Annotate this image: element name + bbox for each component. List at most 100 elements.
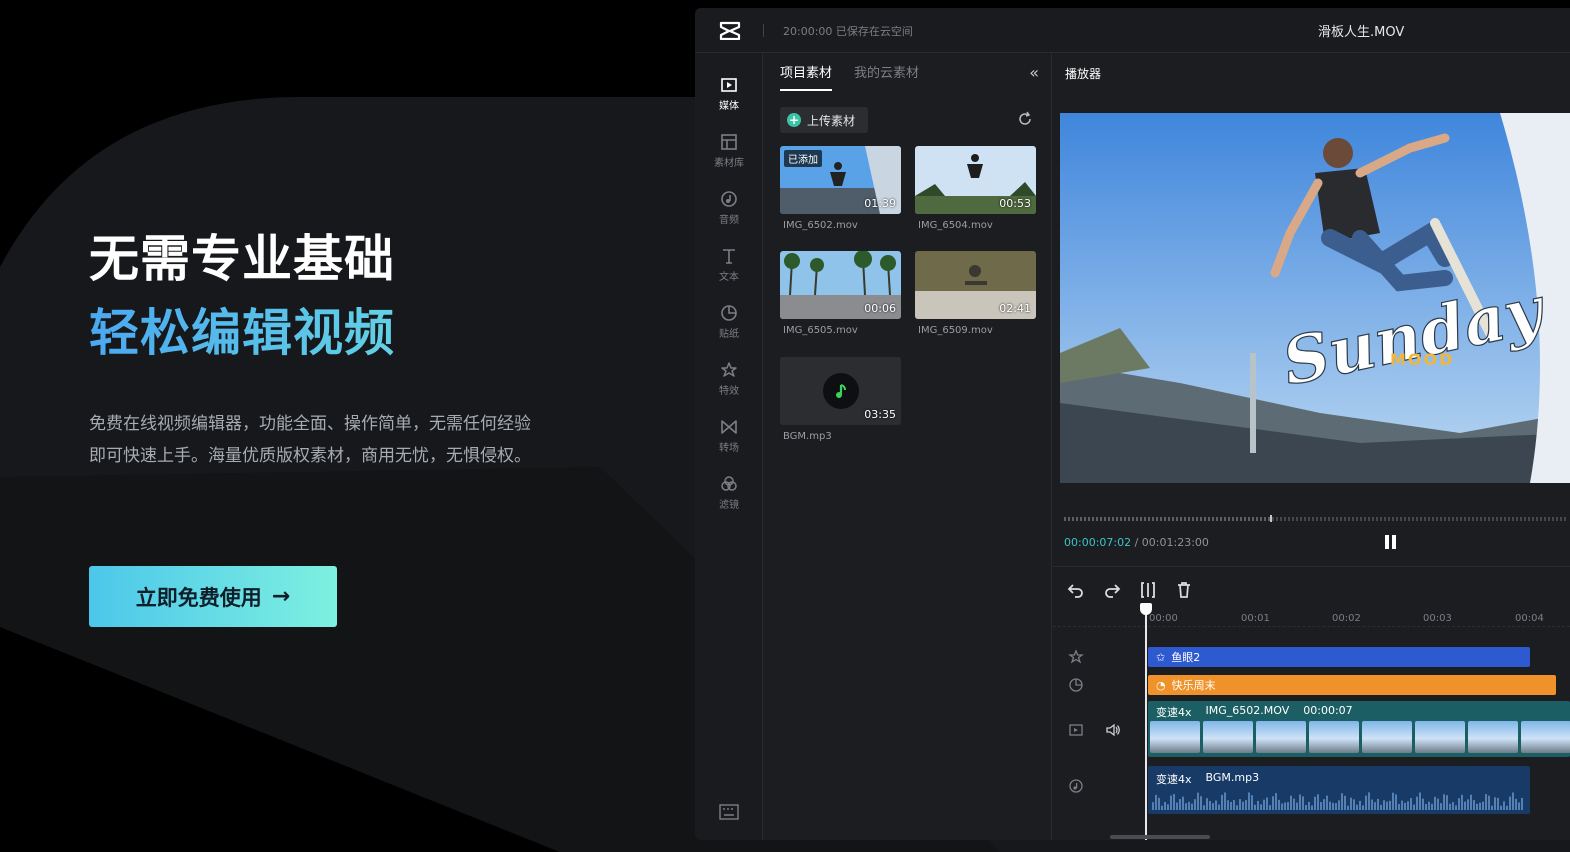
player-header: 播放器 [1053, 53, 1570, 109]
project-filename[interactable]: 滑板人生.MOV [1318, 21, 1404, 40]
sticker-clip-label: 快乐周末 [1171, 679, 1216, 692]
filmstrip-frame [1256, 721, 1306, 753]
media-duration: 01:39 [864, 197, 896, 210]
audio-clip[interactable]: 变速4x BGM.mp3 [1148, 766, 1530, 814]
landing-page: 无需专业基础 轻松编辑视频 免费在线视频编辑器，功能全面、操作简单，无需任何经验… [0, 0, 1570, 852]
media-thumbnail: 02:41 [915, 251, 1036, 319]
rail-label: 音频 [719, 215, 739, 226]
media-duration: 02:41 [999, 302, 1031, 315]
audio-clip-info: 变速4x BGM.mp3 [1156, 771, 1259, 787]
upload-label: 上传素材 [807, 113, 856, 128]
media-tile[interactable]: 00:06 IMG_6505.mov [780, 251, 901, 336]
effect-clip[interactable]: ✩ 鱼眼2 [1148, 647, 1530, 667]
redo-icon[interactable] [1103, 581, 1121, 599]
sticker-track-icon [1069, 678, 1083, 692]
keyboard-icon[interactable] [719, 804, 739, 820]
upload-button[interactable]: + 上传素材 [780, 107, 868, 133]
hero-description: 免费在线视频编辑器，功能全面、操作简单，无需任何经验即可快速上手。海量优质版权素… [89, 414, 531, 466]
undo-icon[interactable] [1067, 581, 1085, 599]
current-time: 00:00:07:02 [1064, 536, 1132, 549]
capcut-logo-icon [719, 21, 741, 40]
audio-waveform [1152, 792, 1523, 810]
video-clip-info: 变速4x IMG_6502.MOV 00:00:07 [1156, 704, 1353, 720]
media-name: IMG_6502.mov [783, 220, 858, 231]
split-icon[interactable] [1139, 581, 1157, 599]
ruler-label: 00:02 [1332, 613, 1361, 624]
timecode: 00:00:07:02 / 00:01:23:00 [1064, 536, 1209, 549]
divider [763, 24, 764, 37]
media-tile[interactable]: 00:53 IMG_6504.mov [915, 146, 1036, 231]
filmstrip-frame [1362, 721, 1412, 753]
hero-title-line2: 轻松编辑视频 [89, 296, 549, 370]
rail-item-effects[interactable]: 特效 [695, 352, 763, 404]
ruler-label: 00:03 [1423, 613, 1452, 624]
rail-item-media[interactable]: 媒体 [695, 67, 763, 119]
filmstrip-frame [1521, 721, 1570, 753]
rail-label: 文本 [719, 272, 739, 283]
media-tile[interactable]: 已添加 01:39 IMG_6502.mov [780, 146, 901, 231]
filmstrip-frame [1203, 721, 1253, 753]
transition-icon [721, 420, 737, 434]
top-bar: 20:00:00 已保存在云空间 滑板人生.MOV [695, 8, 1570, 53]
ruler-label: 00:00 [1149, 613, 1178, 624]
tab-cloud-media[interactable]: 我的云素材 [854, 65, 919, 91]
media-duration: 03:35 [864, 408, 896, 421]
volume-icon[interactable] [1105, 722, 1121, 738]
video-clip-name: IMG_6502.MOV [1205, 704, 1290, 717]
effect-clip-label: 鱼眼2 [1171, 651, 1201, 664]
video-preview[interactable]: Sunday MOOD [1060, 113, 1570, 483]
media-thumbnail: 已添加 01:39 [780, 146, 901, 214]
media-duration: 00:06 [864, 302, 896, 315]
effects-icon [721, 362, 737, 377]
delete-icon[interactable] [1175, 581, 1193, 599]
rail-item-filter[interactable]: 滤镜 [695, 466, 763, 518]
sticker-clip[interactable]: ◔ 快乐周末 [1148, 675, 1556, 695]
media-panel: 项目素材 我的云素材 « + 上传素材 已添加 01:39 IMG_6502.m… [764, 53, 1052, 840]
rail-item-audio[interactable]: 音频 [695, 181, 763, 233]
playhead[interactable] [1140, 603, 1152, 840]
rail-label: 素材库 [714, 158, 744, 169]
rail-item-library[interactable]: 素材库 [695, 124, 763, 176]
arrow-right-icon: → [271, 584, 291, 609]
save-status: 20:00:00 已保存在云空间 [783, 25, 913, 38]
pause-button[interactable] [1385, 535, 1397, 549]
timeline-scrollbar[interactable] [1110, 835, 1210, 839]
collapse-panel-icon[interactable]: « [1029, 63, 1039, 82]
tool-rail: 媒体 素材库 音频 文本 贴纸 特效 转场 滤镜 [695, 53, 763, 840]
added-badge: 已添加 [784, 150, 822, 167]
audio-icon [721, 191, 737, 207]
timeline-panel: 00:00 00:01 00:02 00:03 00:04 ✩ 鱼眼2 ◔ 快乐… [1053, 566, 1570, 840]
media-tabs: 项目素材 我的云素材 [780, 65, 919, 91]
player-title: 播放器 [1065, 67, 1102, 81]
media-tile[interactable]: 02:41 IMG_6509.mov [915, 251, 1036, 336]
video-clip[interactable]: 变速4x IMG_6502.MOV 00:00:07 [1148, 701, 1570, 757]
scrub-bar[interactable] [1063, 513, 1570, 523]
hero-title-line1: 无需专业基础 [89, 230, 395, 288]
rail-item-transition[interactable]: 转场 [695, 409, 763, 461]
library-icon [721, 134, 737, 150]
video-track-icon [1069, 724, 1083, 736]
media-tile[interactable]: 03:35 BGM.mp3 [780, 357, 901, 442]
media-thumbnail: 00:53 [915, 146, 1036, 214]
media-icon [721, 78, 737, 92]
rail-label: 转场 [719, 443, 739, 454]
rail-item-text[interactable]: 文本 [695, 238, 763, 290]
media-duration: 00:53 [999, 197, 1031, 210]
preview-frame: Sunday MOOD [1060, 113, 1570, 483]
refresh-icon[interactable] [1017, 111, 1033, 127]
timeline-ruler[interactable]: 00:00 00:01 00:02 00:03 00:04 [1053, 607, 1570, 627]
pause-icon [1385, 535, 1389, 549]
filmstrip-frame [1415, 721, 1465, 753]
media-name: IMG_6504.mov [918, 220, 993, 231]
cta-button[interactable]: 立即免费使用 → [89, 566, 337, 627]
media-name: IMG_6505.mov [783, 325, 858, 336]
rail-label: 贴纸 [719, 329, 739, 340]
rail-label: 滤镜 [719, 500, 739, 511]
tab-project-media[interactable]: 项目素材 [780, 65, 833, 91]
audio-clip-name: BGM.mp3 [1205, 771, 1260, 784]
total-time: / 00:01:23:00 [1134, 536, 1209, 549]
sticker-icon: ◔ [1156, 678, 1166, 692]
media-name: IMG_6509.mov [918, 325, 993, 336]
filter-icon [721, 476, 737, 491]
rail-item-sticker[interactable]: 贴纸 [695, 295, 763, 347]
